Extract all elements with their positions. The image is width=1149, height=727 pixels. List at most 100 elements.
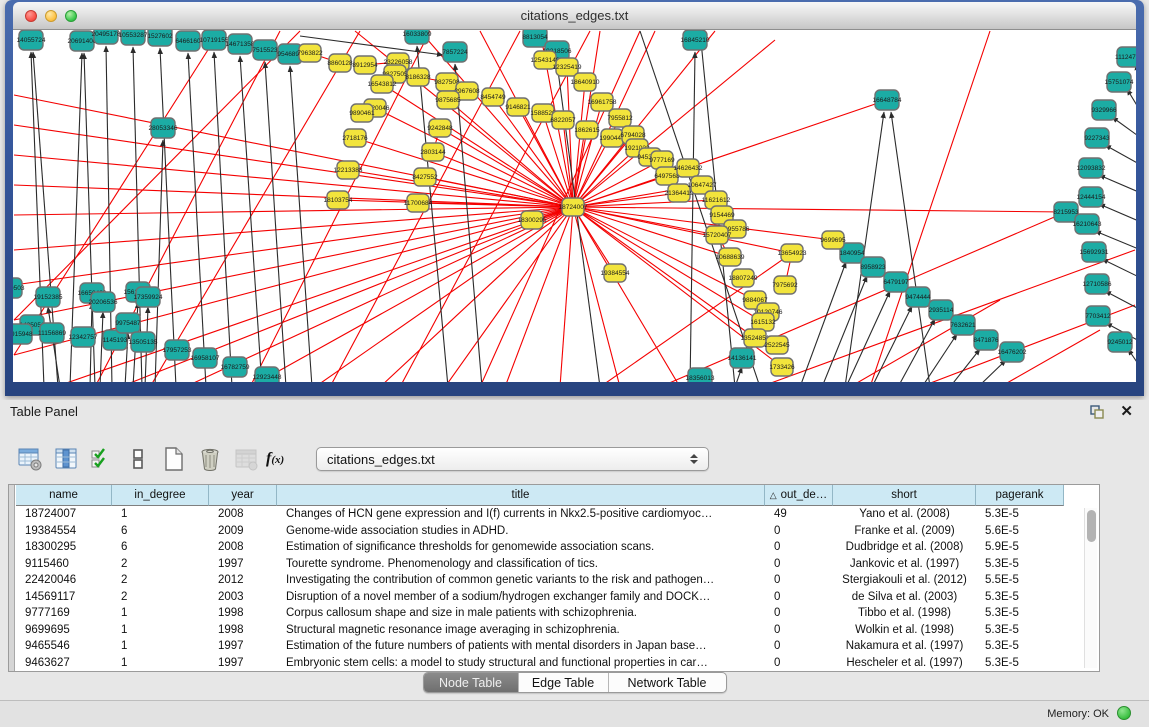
graph-node[interactable]: 16961758 [588,93,617,111]
graph-node[interactable]: 14136141 [728,348,757,368]
close-window-button[interactable] [25,10,37,22]
graph-node[interactable]: 18300295 [518,211,547,229]
graph-node[interactable]: 6822057 [550,111,576,129]
graph-node[interactable]: 8186328 [405,68,431,86]
table-row[interactable]: 946362711997Embryonic stem cells: a mode… [16,655,1099,672]
tab-network-table[interactable]: Network Table [609,673,726,692]
graph-node[interactable]: 26160503 [13,278,25,298]
table-row[interactable]: 1938455462009Genome-wide association stu… [16,523,1099,540]
new-column-icon[interactable] [158,443,190,475]
graph-node[interactable]: 16543812 [368,75,397,93]
table-row[interactable]: 1456911722003Disruption of a novel membe… [16,589,1099,606]
graph-node[interactable]: 9146821 [505,98,531,116]
column-header-title[interactable]: title [277,485,765,506]
float-panel-icon[interactable] [1090,405,1105,419]
table-row[interactable]: 977716911998Corpus callosum shape and si… [16,605,1099,622]
graph-node[interactable]: 7955812 [607,109,633,127]
graph-node[interactable]: 9890461 [349,104,375,122]
graph-node[interactable]: 7632621 [950,315,976,335]
graph-node[interactable]: 9227343 [1084,128,1110,148]
graph-node[interactable]: 16476202 [998,342,1027,362]
graph-node[interactable]: 9474444 [905,287,931,307]
column-header-out_de[interactable]: △out_de… [765,485,833,506]
tab-node-table[interactable]: Node Table [424,673,519,692]
graph-node[interactable]: 2803144 [420,143,446,161]
close-panel-icon[interactable]: ✕ [1120,402,1133,420]
column-header-pagerank[interactable]: pagerank [976,485,1064,506]
column-header-short[interactable]: short [833,485,976,506]
graph-node[interactable]: 7703412 [1085,306,1111,326]
graph-node[interactable]: 16648784 [873,90,902,110]
column-header-year[interactable]: year [209,485,277,506]
graph-node[interactable]: 15720407 [703,226,732,244]
graph-node[interactable]: 11700684 [404,194,433,212]
table-row[interactable]: 1872400712008Changes of HCN gene express… [16,506,1099,523]
table-row[interactable]: 946554611997Estimation of the future num… [16,638,1099,655]
graph-node[interactable]: 7975692 [772,276,798,294]
row-height-icon[interactable] [122,443,154,475]
graph-node[interactable]: 12213383 [334,161,363,179]
table-selector-dropdown[interactable]: citations_edges.txt [316,447,709,471]
graph-node[interactable]: 18103754 [324,191,353,209]
graph-node[interactable]: 18640910 [571,73,600,91]
graph-node[interactable]: 14671358 [226,34,255,54]
graph-node[interactable]: 6466160 [175,31,201,51]
graph-node[interactable]: 2935114 [929,300,954,320]
table-mode-icon[interactable] [14,443,46,475]
graph-node[interactable]: 19384554 [601,264,630,282]
graph-node[interactable]: 11156869 [38,323,66,343]
graph-node[interactable]: 3915948 [13,324,33,344]
graph-node[interactable]: 9245012 [1107,332,1133,352]
graph-node[interactable]: 1527602 [147,30,173,46]
table-vertical-scrollbar[interactable] [1084,508,1097,668]
graph-node[interactable]: 16782759 [221,357,250,377]
select-all-icon[interactable] [86,443,118,475]
network-window-titlebar[interactable]: citations_edges.txt [13,2,1136,30]
graph-node[interactable]: 7857224 [442,42,468,62]
graph-node[interactable]: 8860128 [327,54,353,72]
graph-node[interactable]: 7963822 [297,44,323,62]
tab-edge-table[interactable]: Edge Table [519,673,609,692]
graph-node[interactable]: 9875685 [435,91,461,109]
graph-node[interactable]: 8958923 [860,257,886,277]
graph-node[interactable]: 12093832 [1077,158,1106,178]
graph-node[interactable]: 9242848 [427,119,453,137]
graph-node[interactable]: 16033809 [403,30,432,44]
graph-node[interactable]: 20206536 [89,292,118,312]
graph-node[interactable]: 9975487 [115,313,141,333]
graph-node[interactable]: 1862615 [574,121,600,139]
column-header-in_degree[interactable]: in_degree [112,485,209,506]
column-header-name[interactable]: name [16,485,112,506]
show-columns-icon[interactable] [50,443,82,475]
zoom-window-button[interactable] [65,10,77,22]
scrollbar-thumb[interactable] [1087,510,1096,542]
graph-node[interactable]: 10719155 [200,30,229,50]
graph-node[interactable]: 17359924 [134,287,163,307]
graph-node[interactable]: 18356013 [686,368,715,382]
graph-node[interactable]: 12923448 [253,367,282,382]
graph-node[interactable]: 9329966 [1091,100,1117,120]
graph-node[interactable]: 18807249 [729,269,758,287]
graph-node[interactable]: 10688639 [716,248,745,266]
graph-node[interactable]: 12444154 [1077,187,1106,207]
graph-node[interactable]: 8454749 [480,88,506,106]
table-row[interactable]: 911546021997Tourette syndrome. Phenomeno… [16,556,1099,573]
graph-node[interactable]: 14055724 [17,30,46,50]
graph-node[interactable]: 19152385 [34,287,63,307]
graph-node[interactable]: 20495178 [92,30,121,44]
graph-node[interactable]: 16958107 [191,348,220,368]
graph-node[interactable]: 16210643 [1073,214,1102,234]
graph-node[interactable]: 7515523 [252,40,278,60]
minimize-window-button[interactable] [45,10,57,22]
graph-node[interactable]: 17957253 [163,340,192,360]
delete-column-icon[interactable] [194,443,226,475]
graph-node[interactable]: 14626432 [674,159,703,177]
graph-node[interactable]: 11124708 [1115,47,1136,67]
graph-node[interactable]: 6479197 [883,272,909,292]
network-canvas[interactable]: 1405572420691406204951781055328715276026… [13,30,1136,382]
memory-status-indicator[interactable] [1117,706,1131,720]
graph-node[interactable]: 8471876 [973,330,999,350]
graph-node[interactable]: 1733426 [769,358,795,376]
graph-node[interactable]: 12342757 [69,327,98,347]
graph-node[interactable]: 15692931 [1080,242,1109,262]
